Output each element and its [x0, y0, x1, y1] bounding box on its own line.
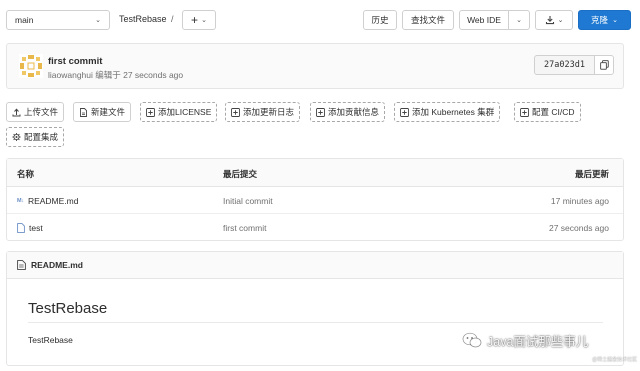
file-icon [79, 107, 88, 117]
table-header: 名称 最后提交 最后更新 [7, 159, 623, 187]
breadcrumb-separator: / [171, 14, 174, 24]
last-commit-message[interactable]: first commit [223, 223, 266, 233]
add-contributing-button[interactable]: 添加贡献信息 [310, 102, 386, 122]
add-changelog-label: 添加更新日志 [243, 107, 295, 117]
readme-filename[interactable]: README.md [31, 260, 83, 270]
last-commit-panel: first commit liaowanghui 编辑于 27 seconds … [6, 43, 624, 89]
copy-icon [599, 60, 609, 70]
watermark-text: Java面试那些事儿 [487, 335, 589, 349]
watermark-subtext: @稀土掘金技术社区 [592, 357, 638, 363]
last-update-time: 27 seconds ago [548, 223, 609, 233]
plus-square-icon [400, 107, 409, 117]
column-commit-header: 最后提交 [223, 169, 258, 179]
markdown-file-icon: M↓ [17, 198, 24, 204]
last-commit-message[interactable]: Initial commit [223, 196, 273, 206]
download-button[interactable]: ⌄ [535, 10, 573, 30]
gear-icon [12, 132, 21, 142]
plus-square-icon [316, 107, 325, 117]
table-row[interactable]: M↓ README.md Initial commit 17 minutes a… [7, 187, 623, 214]
readme-header: README.md [7, 252, 623, 279]
plus-square-icon [146, 107, 155, 117]
add-changelog-button[interactable]: 添加更新日志 [225, 102, 301, 122]
upload-file-label: 上传文件 [24, 107, 59, 117]
readme-heading: TestRebase [28, 300, 108, 317]
web-ide-dropdown[interactable]: ⌄ [508, 10, 530, 30]
plus-square-icon [520, 107, 529, 117]
breadcrumb-project[interactable]: TestRebase [119, 14, 167, 24]
file-icon [17, 260, 26, 270]
new-file-button[interactable]: 新建文件 [73, 102, 132, 122]
configure-cicd-button[interactable]: 配置 CI/CD [514, 102, 581, 122]
table-row[interactable]: test first commit 27 seconds ago [7, 214, 623, 241]
plus-square-icon [231, 107, 240, 117]
download-icon [545, 16, 554, 25]
configure-integrations-button[interactable]: 配置集成 [6, 127, 65, 147]
add-menu-button[interactable]: + ⌄ [182, 10, 216, 30]
chevron-down-icon: ⌄ [516, 17, 522, 24]
add-contributing-label: 添加贡献信息 [328, 107, 380, 117]
copy-sha-button[interactable] [594, 55, 614, 75]
column-updated-header: 最后更新 [574, 169, 609, 179]
chevron-down-icon: ⌄ [201, 17, 207, 24]
history-button[interactable]: 历史 [363, 10, 397, 30]
commit-title[interactable]: first commit [48, 56, 102, 67]
column-name-header: 名称 [17, 169, 35, 179]
add-license-button[interactable]: 添加LICENSE [140, 102, 218, 122]
plus-icon: + [191, 13, 199, 27]
web-ide-button[interactable]: Web IDE [459, 10, 509, 30]
wechat-icon [462, 332, 482, 348]
file-icon [17, 223, 25, 233]
new-file-label: 新建文件 [91, 107, 126, 117]
watermark: Java面试那些事儿 [462, 331, 588, 350]
branch-name: main [15, 15, 34, 25]
clone-label: 克隆 [591, 15, 609, 25]
last-update-time: 17 minutes ago [550, 196, 609, 206]
configure-integrations-label: 配置集成 [24, 132, 59, 142]
chevron-down-icon: ⌄ [557, 17, 564, 24]
file-tree-table: 名称 最后提交 最后更新 M↓ README.md Initial commit… [6, 158, 624, 241]
file-name[interactable]: README.md [28, 196, 79, 206]
add-license-label: 添加LICENSE [158, 107, 212, 117]
upload-icon [12, 108, 21, 117]
readme-body: TestRebase [28, 335, 73, 345]
add-kubernetes-label: 添加 Kubernetes 集群 [412, 107, 495, 117]
commit-meta: liaowanghui 编辑于 27 seconds ago [48, 70, 184, 80]
branch-selector[interactable]: main ⌄ [6, 10, 110, 30]
chevron-down-icon: ⌄ [612, 17, 618, 24]
upload-file-button[interactable]: 上传文件 [6, 102, 65, 122]
chevron-down-icon: ⌄ [95, 17, 101, 24]
file-name[interactable]: test [29, 223, 43, 233]
configure-cicd-label: 配置 CI/CD [532, 107, 575, 117]
find-file-button[interactable]: 查找文件 [402, 10, 454, 30]
clone-button[interactable]: 克隆 ⌄ [578, 10, 631, 30]
readme-divider [28, 322, 603, 323]
add-kubernetes-button[interactable]: 添加 Kubernetes 集群 [394, 102, 501, 122]
commit-sha[interactable]: 27a023d1 [534, 55, 595, 75]
avatar[interactable] [19, 54, 43, 78]
